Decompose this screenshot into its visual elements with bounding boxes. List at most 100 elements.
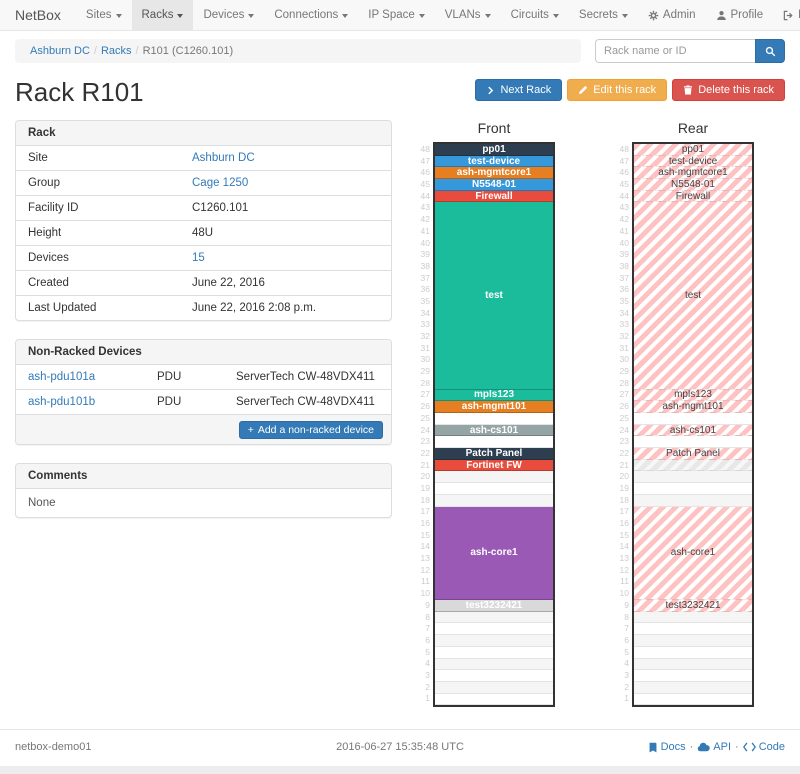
page-header: Next Rack Edit this rack Delete this rac… xyxy=(15,77,785,108)
breadcrumb-separator: / xyxy=(136,45,139,57)
rack-device-firewall[interactable]: Firewall xyxy=(435,191,553,203)
rack-device-ash-core1[interactable]: ash-core1 xyxy=(634,507,752,601)
rack-device-ash-cs101[interactable]: ash-cs101 xyxy=(435,425,553,437)
rack-device-pp01[interactable]: pp01 xyxy=(634,144,752,156)
rack-device-ash-core1[interactable]: ash-core1 xyxy=(435,507,553,601)
nav-item-vlans[interactable]: VLANs xyxy=(435,0,501,30)
unit-number: 20 xyxy=(617,471,629,483)
empty-unit xyxy=(435,623,553,635)
attr-label: Group xyxy=(16,171,180,196)
device-link-ash-pdu101a[interactable]: ash-pdu101a xyxy=(28,371,95,383)
rack-device-ash-mgmt101[interactable]: ash-mgmt101 xyxy=(634,401,752,413)
nav-item-connections[interactable]: Connections xyxy=(264,0,358,30)
nav-item-log-out[interactable]: Log out xyxy=(773,0,800,30)
rack-device-ash-mgmt101[interactable]: ash-mgmt101 xyxy=(435,401,553,413)
empty-unit xyxy=(435,694,553,706)
unit-number: 25 xyxy=(617,413,629,425)
rack-device-mpls123[interactable]: mpls123 xyxy=(634,390,752,402)
front-unit-numbers: 4847464544434241403938373635343332313029… xyxy=(418,144,430,707)
plus-icon: + xyxy=(248,424,254,436)
search-button[interactable] xyxy=(755,39,785,63)
nav-item-secrets[interactable]: Secrets xyxy=(569,0,638,30)
rack-device-ash-mgmtcore1[interactable]: ash-mgmtcore1 xyxy=(634,167,752,179)
device-type: PDU xyxy=(145,390,224,415)
footer-timestamp: 2016-06-27 15:35:48 UTC xyxy=(235,741,565,753)
device-label: test3232421 xyxy=(466,600,523,611)
unit-number: 28 xyxy=(418,378,430,390)
device-label: test-device xyxy=(669,156,717,167)
add-non-racked-device-button[interactable]: +Add a non-racked device xyxy=(239,421,383,439)
book-icon xyxy=(648,742,658,753)
next-rack-button[interactable]: Next Rack xyxy=(475,79,562,101)
device-label: Fortinet FW xyxy=(466,460,522,471)
pencil-icon xyxy=(578,85,588,95)
device-label: ash-mgmtcore1 xyxy=(457,167,531,178)
unit-number: 7 xyxy=(617,623,629,635)
rack-device-test[interactable]: test xyxy=(634,202,752,389)
unit-number: 39 xyxy=(617,249,629,261)
rack-device-patch-panel[interactable]: Patch Panel xyxy=(435,448,553,460)
rack-device-n5548-01[interactable]: N5548-01 xyxy=(634,179,752,191)
rack-device-mpls123[interactable]: mpls123 xyxy=(435,390,553,402)
nav-item-admin[interactable]: Admin xyxy=(638,0,706,30)
unit-number: 10 xyxy=(617,588,629,600)
unit-number: 43 xyxy=(617,202,629,214)
rack-device-test3232421[interactable]: test3232421 xyxy=(634,600,752,612)
nav-item-profile[interactable]: Profile xyxy=(706,0,774,30)
unit-number: 26 xyxy=(617,401,629,413)
attr-value-link[interactable]: Cage 1250 xyxy=(192,177,248,189)
rack-device-test[interactable]: test xyxy=(435,202,553,389)
unit-number: 4 xyxy=(617,658,629,670)
empty-unit xyxy=(634,483,752,495)
unit-number: 2 xyxy=(617,682,629,694)
unit-number: 29 xyxy=(418,366,430,378)
breadcrumb-item-racks[interactable]: Racks xyxy=(101,45,132,57)
nav-item-racks[interactable]: Racks xyxy=(132,0,194,30)
footer-link-docs[interactable]: Docs xyxy=(648,741,686,753)
device-link-ash-pdu101b[interactable]: ash-pdu101b xyxy=(28,396,95,408)
rack-device-ash-mgmtcore1[interactable]: ash-mgmtcore1 xyxy=(435,167,553,179)
brand[interactable]: NetBox xyxy=(0,0,76,30)
attr-label: Devices xyxy=(16,246,180,271)
rack-actions: Next Rack Edit this rack Delete this rac… xyxy=(475,79,785,101)
unit-number: 11 xyxy=(617,576,629,588)
unit-number: 8 xyxy=(617,612,629,624)
cloud-icon xyxy=(697,742,710,752)
breadcrumb-item-ashburn-dc[interactable]: Ashburn DC xyxy=(30,45,90,57)
unit-number: 16 xyxy=(418,518,430,530)
unit-number: 23 xyxy=(617,436,629,448)
attr-value: June 22, 2016 xyxy=(180,271,391,296)
rack-device-patch-panel[interactable]: Patch Panel xyxy=(634,448,752,460)
delete-rack-button[interactable]: Delete this rack xyxy=(672,79,785,101)
unit-number: 48 xyxy=(418,144,430,156)
unit-number: 44 xyxy=(418,191,430,203)
device-label: pp01 xyxy=(682,144,704,155)
rack-device-test-device[interactable]: test-device xyxy=(435,156,553,168)
rack-device-ash-cs101[interactable]: ash-cs101 xyxy=(634,425,752,437)
nav-item-sites[interactable]: Sites xyxy=(76,0,132,30)
unit-number: 6 xyxy=(617,635,629,647)
rack-device-fortinet-fw[interactable]: Fortinet FW xyxy=(435,460,553,472)
nav-item-circuits[interactable]: Circuits xyxy=(501,0,569,30)
device-label: test xyxy=(485,290,503,301)
attr-value-link[interactable]: 15 xyxy=(192,252,205,264)
rack-device-pp01[interactable]: pp01 xyxy=(435,144,553,156)
footer-link-api[interactable]: API xyxy=(697,741,731,753)
rack-device-n5548-01[interactable]: N5548-01 xyxy=(435,179,553,191)
nav-item-devices[interactable]: Devices xyxy=(193,0,264,30)
code-icon xyxy=(743,742,756,752)
rack-device-test3232421[interactable]: test3232421 xyxy=(435,600,553,612)
unit-number: 47 xyxy=(617,156,629,168)
rack-device-test-device[interactable]: test-device xyxy=(634,156,752,168)
unit-number: 30 xyxy=(418,354,430,366)
unit-number: 5 xyxy=(418,647,430,659)
nav-item-ip-space[interactable]: IP Space xyxy=(358,0,434,30)
unit-number: 21 xyxy=(418,460,430,472)
attr-label: Facility ID xyxy=(16,196,180,221)
footer-link-code[interactable]: Code xyxy=(743,741,785,753)
rack-device-firewall[interactable]: Firewall xyxy=(634,191,752,203)
rack-search-input[interactable] xyxy=(595,39,755,63)
edit-rack-button[interactable]: Edit this rack xyxy=(567,79,667,101)
device-label: Patch Panel xyxy=(466,448,523,459)
attr-value-link[interactable]: Ashburn DC xyxy=(192,152,255,164)
